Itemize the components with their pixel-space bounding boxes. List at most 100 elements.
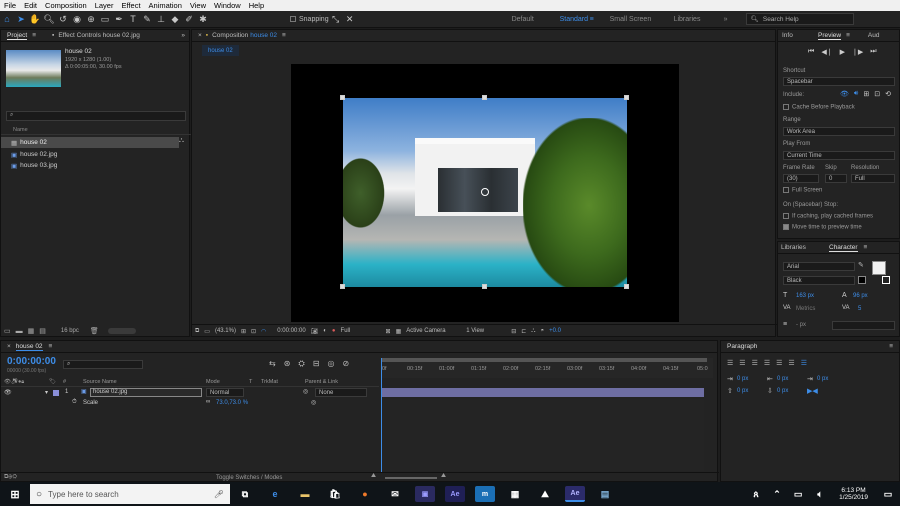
font-style-dropdown[interactable]: Black (783, 276, 855, 285)
settings-icon[interactable]: ▤ (39, 327, 46, 335)
layer-parent-dropdown[interactable]: None (315, 388, 367, 397)
layer-duration-bar[interactable] (382, 388, 704, 397)
tray-expand-icon[interactable]: ⌃ (772, 486, 782, 502)
justify-right-icon[interactable]: ☰ (788, 359, 794, 367)
scale-value[interactable]: 73.0,73.0 % (216, 400, 248, 406)
stop-option-row[interactable]: Move time to preview time (783, 224, 862, 231)
close-timeline-icon[interactable]: × (7, 343, 11, 350)
col-t[interactable]: T (249, 379, 252, 385)
magnification-dropdown[interactable]: (43.1%) (215, 328, 236, 334)
volume-icon[interactable]: 🔈︎ (814, 486, 826, 502)
menu-edit[interactable]: Edit (20, 1, 41, 10)
menu-animation[interactable]: Animation (145, 1, 186, 10)
project-menu-icon[interactable]: ≡ (32, 32, 36, 39)
tab-composition[interactable]: Composition (212, 32, 248, 39)
timeline-search-input[interactable]: ⌕ (63, 360, 143, 369)
windows-start-icon[interactable]: ⊞ (5, 486, 25, 502)
stroke-color-swatch[interactable] (858, 276, 866, 284)
composition-viewer[interactable] (291, 64, 679, 322)
fill-color-swatch[interactable] (872, 261, 886, 275)
menu-help[interactable]: Help (245, 1, 268, 10)
stopwatch-icon[interactable]: ⏱ (72, 399, 77, 406)
last-frame-icon[interactable]: ⏭ (870, 48, 876, 56)
layer-name-field[interactable]: house 02.jpg (90, 388, 202, 397)
effect-controls-lock-icon[interactable]: ▪ (52, 32, 54, 39)
audio-toggle-icon[interactable]: 🔊︎ (854, 90, 858, 98)
space-after-value[interactable]: 0 px (777, 388, 788, 394)
justify-left-icon[interactable]: ☰ (764, 359, 770, 367)
stroke-type-dropdown[interactable] (832, 321, 895, 330)
col-mode[interactable]: Mode (206, 379, 220, 385)
indent-first-value[interactable]: 0 px (817, 376, 828, 382)
tab-audio[interactable]: Aud (868, 32, 880, 39)
menu-file[interactable]: File (0, 1, 20, 10)
search-help-field[interactable]: 🔍︎ Search Help (745, 13, 854, 25)
always-preview-icon[interactable]: ⧉ (195, 328, 199, 335)
snapping-checkbox[interactable] (290, 16, 296, 22)
reset-exposure-icon[interactable]: ◓ (541, 328, 545, 334)
composition-lock-icon[interactable]: ▪ (206, 32, 208, 39)
first-frame-icon[interactable]: ⏮ (808, 48, 814, 56)
draft-3d-icon[interactable]: ⊛ (284, 359, 291, 369)
space-before-value[interactable]: 0 px (737, 388, 748, 394)
fast-previews-icon[interactable]: ⊠ (386, 328, 391, 335)
current-time-display[interactable]: 0:00:00:00 (277, 328, 305, 334)
layer-controls-icon[interactable]: ⊡ (874, 90, 880, 98)
pen-tool-icon[interactable]: ✒ (113, 13, 125, 25)
view-layout-dropdown[interactable]: 1 View (466, 328, 506, 334)
grid-icon[interactable]: ⊡ (251, 328, 256, 335)
constrain-proportions-icon[interactable]: ∞ (206, 399, 210, 405)
selection-handle[interactable] (482, 284, 487, 289)
store-icon[interactable]: 🛍︎ (325, 486, 345, 502)
stop-option2-checkbox[interactable] (783, 224, 789, 230)
zoom-slider[interactable] (385, 477, 437, 479)
tab-libraries[interactable]: Libraries (781, 244, 829, 251)
firefox-icon[interactable]: ● (355, 486, 375, 502)
composition-image[interactable] (343, 98, 627, 287)
stop-option1-checkbox[interactable] (783, 213, 789, 219)
font-size-value[interactable]: 163 px (796, 293, 814, 299)
overlays-toggle-icon[interactable]: ⊞ (863, 90, 869, 98)
people-icon[interactable]: ጰ (750, 486, 762, 502)
notepad-icon[interactable]: ▤ (595, 486, 615, 502)
clone-stamp-tool-icon[interactable]: ⊥ (155, 13, 167, 25)
new-folder-icon[interactable]: ▬ (16, 328, 23, 335)
toggle-switches-modes-button[interactable]: Toggle Switches / Modes (216, 475, 282, 481)
cache-checkbox[interactable] (783, 104, 789, 110)
workspace-standard[interactable]: Standard (560, 16, 590, 23)
menu-window[interactable]: Window (210, 1, 245, 10)
timeline-timecode[interactable]: 0:00:00:00 (7, 356, 56, 367)
clock[interactable]: 6:13 PM 1/25/2019 (839, 487, 868, 501)
text-direction-icons[interactable]: ▶◀ (807, 387, 818, 395)
layer-mode-dropdown[interactable]: Normal (206, 388, 244, 397)
zoom-in-icon[interactable]: ⛰ (441, 473, 446, 480)
hide-shy-layers-icon[interactable]: ⛭ (298, 359, 304, 369)
snapshot-icon[interactable]: 📷︎ (311, 328, 319, 335)
video-toggle-icon[interactable]: 👁︎ (840, 90, 849, 98)
parent-pick-whip-icon[interactable]: ◎ (311, 399, 316, 406)
graph-editor-icon[interactable]: ⊘ (343, 359, 350, 369)
workspace-small-screen[interactable]: Small Screen (610, 16, 674, 23)
microphone-icon[interactable]: 🎤︎ (214, 490, 224, 499)
flowchart-icon[interactable]: ⛬ (179, 137, 184, 145)
delete-icon[interactable]: 🗑 (90, 327, 99, 335)
full-screen-row[interactable]: Full Screen (783, 187, 822, 194)
eraser-tool-icon[interactable]: ◆ (169, 13, 181, 25)
zoom-tool-icon[interactable]: 🔍︎ (43, 13, 55, 25)
indent-left-value[interactable]: 0 px (737, 376, 748, 382)
stop-option-row[interactable]: If caching, play cached frames (783, 213, 873, 220)
col-parent[interactable]: Parent & Link (305, 379, 338, 385)
taskbar-search-box[interactable]: ○ Type here to search 🎤︎ (30, 484, 230, 504)
tab-timeline[interactable]: house 02 (15, 343, 43, 351)
calculator-icon[interactable]: ▦ (505, 486, 525, 502)
timeline-icon[interactable]: ⊏ (521, 328, 526, 335)
character-menu-icon[interactable]: ≡ (864, 244, 868, 251)
rectangle-tool-icon[interactable]: ▭ (99, 13, 111, 25)
show-snapshot-icon[interactable]: ◐ (323, 328, 327, 334)
menu-composition[interactable]: Composition (41, 1, 91, 10)
region-icon[interactable]: ▭ (204, 328, 210, 335)
menu-layer[interactable]: Layer (91, 1, 118, 10)
timeline-menu-icon[interactable]: ≡ (49, 343, 53, 350)
work-area-bar[interactable] (381, 358, 707, 362)
align-right-icon[interactable]: ☰ (752, 359, 758, 367)
